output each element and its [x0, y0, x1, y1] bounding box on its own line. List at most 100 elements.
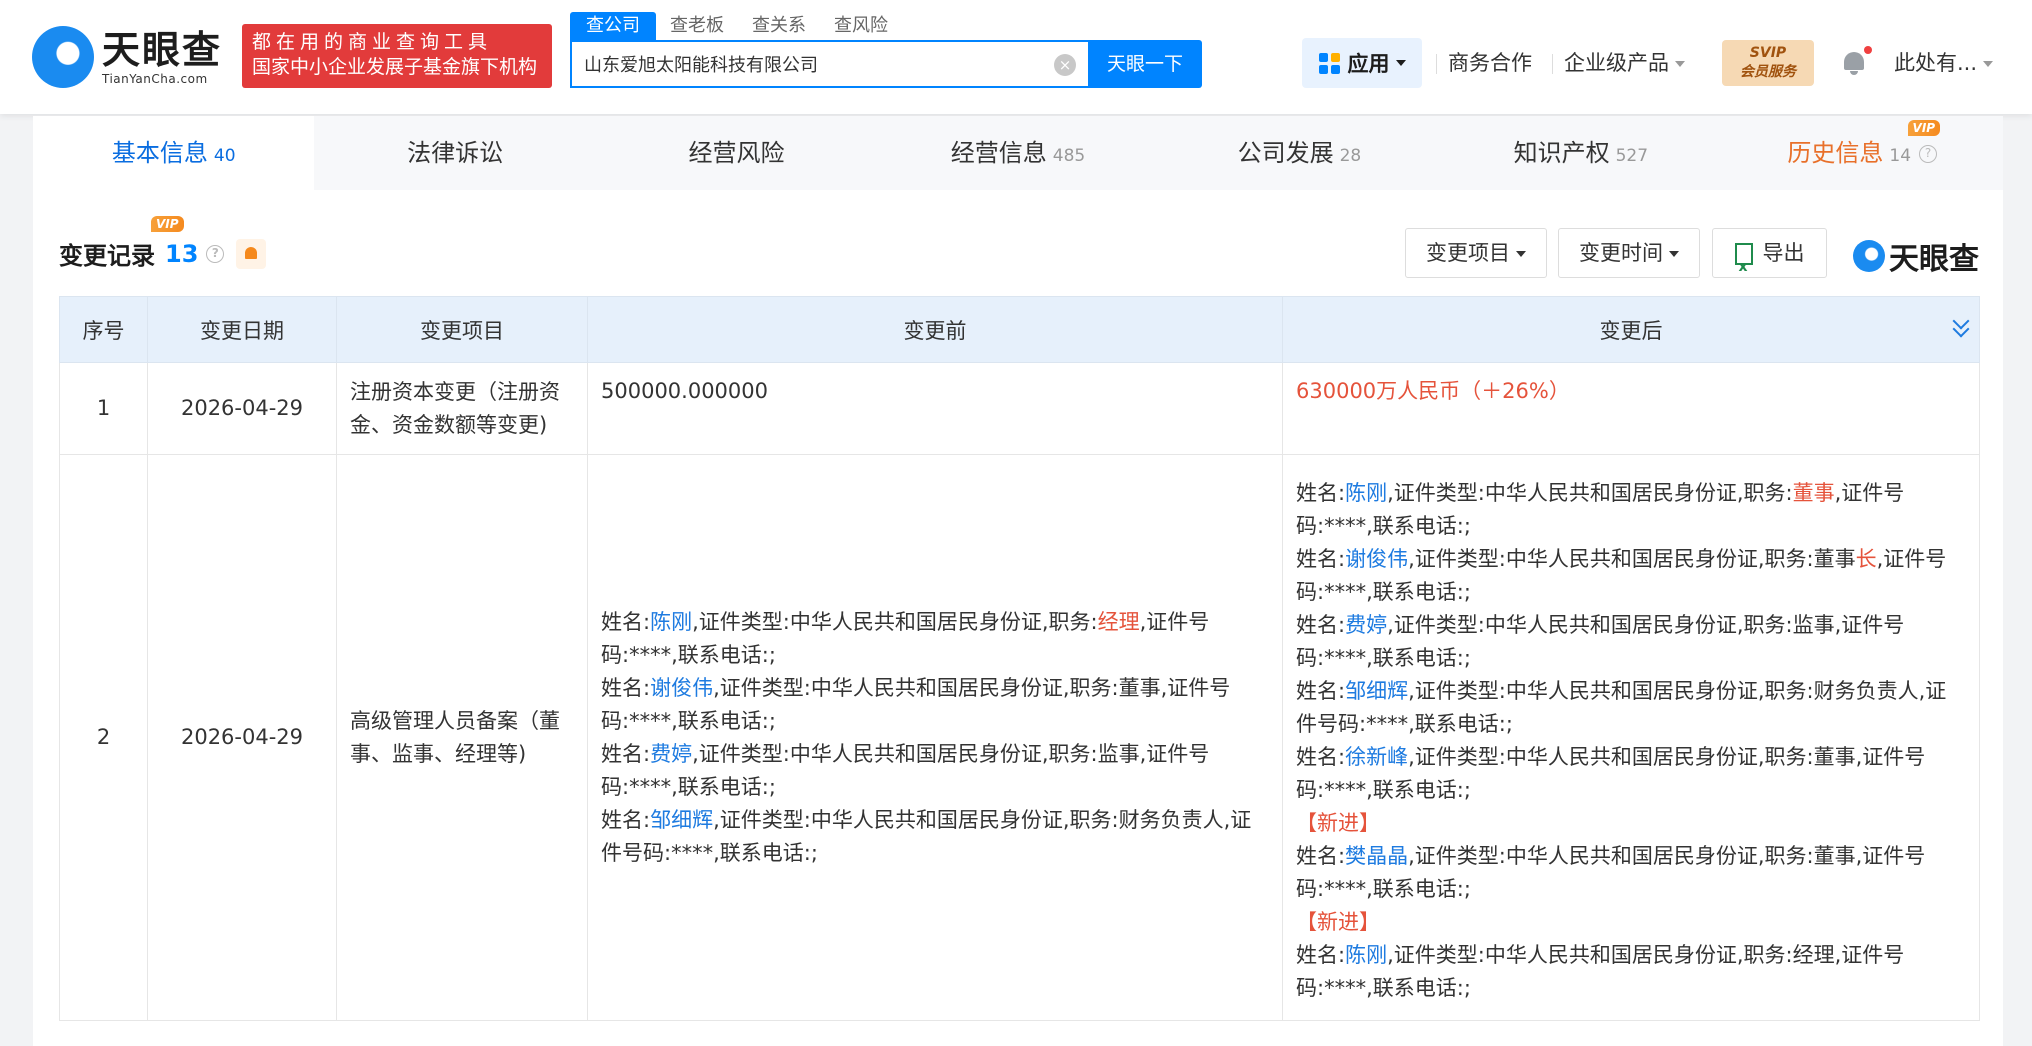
tab-search-relation[interactable]: 查关系 [738, 12, 820, 40]
chevron-down-icon [1669, 251, 1679, 257]
name-label: 姓名: [1296, 480, 1346, 505]
tab-label: 法律诉讼 [407, 139, 504, 167]
help-icon[interactable]: ? [206, 244, 225, 263]
name-label: 姓名: [601, 609, 651, 634]
person-link[interactable]: 陈刚 [1345, 943, 1387, 967]
id-label: ,证件类型:中华人民共和国居民身份证,职务: [1387, 480, 1793, 505]
search-input-value: 山东爱旭太阳能科技有限公司 [584, 55, 818, 76]
person-link[interactable]: 费婷 [650, 742, 692, 766]
tab-count: 485 [1052, 146, 1086, 166]
cell-after: 630000万人民币（＋26%） [1282, 362, 1980, 455]
vip-badge: VIP [151, 216, 184, 232]
svip-member-button[interactable]: SVIP 会员服务 [1722, 40, 1814, 86]
tab-ip[interactable]: 知识产权 527 [1440, 116, 1721, 190]
person-link[interactable]: 徐新峰 [1345, 745, 1408, 769]
tab-operation-info[interactable]: 经营信息 485 [877, 116, 1158, 190]
tab-search-boss[interactable]: 查老板 [656, 12, 738, 40]
cell-item: 高级管理人员备案（董事、监事、经理等) [336, 454, 588, 1021]
role-text-changed: 长 [1855, 546, 1877, 571]
person-entry: 姓名:徐新峰,证件类型:中华人民共和国居民身份证,职务:董事,证件号码:****… [1296, 741, 1966, 807]
chevron-down-icon [1395, 60, 1406, 66]
role-text: 董事 [1813, 843, 1856, 868]
site-logo[interactable]: 天眼查 TianYanCha.com [32, 26, 222, 88]
id-label: ,证件类型:中华人民共和国居民身份证,职务: [692, 609, 1098, 634]
name-label: 姓名: [601, 741, 651, 766]
search-button[interactable]: 天眼一下 [1088, 40, 1202, 88]
person-link[interactable]: 费婷 [1345, 613, 1387, 637]
export-button[interactable]: 导出 [1712, 228, 1827, 291]
tab-count: 28 [1339, 146, 1362, 166]
enterprise-label: 企业级产品 [1564, 51, 1669, 75]
user-name: 此处有... [1894, 51, 1978, 75]
excel-icon [1734, 243, 1753, 291]
svip-label: SVIP [1749, 45, 1787, 61]
cell-date: 2026-04-29 [147, 362, 337, 455]
name-label: 姓名: [1296, 546, 1346, 571]
filter-change-item[interactable]: 变更项目 [1405, 228, 1547, 278]
divider [1436, 54, 1437, 74]
section-count: 13 [165, 239, 199, 268]
tab-development[interactable]: 公司发展 28 [1159, 116, 1440, 190]
id-label: ,证件类型:中华人民共和国居民身份证,职务: [713, 675, 1119, 700]
col-header: 序号 [59, 296, 148, 363]
divider [1552, 54, 1553, 74]
tab-history[interactable]: VIP 历史信息 14? [1722, 116, 2003, 190]
role-text: 董事 [1813, 546, 1856, 571]
person-link[interactable]: 樊晶晶 [1345, 844, 1408, 868]
role-text: 董事 [1118, 675, 1161, 700]
person-link[interactable]: 邹细辉 [1345, 679, 1408, 703]
new-tag: 【新进】 [1296, 909, 1380, 934]
business-cooperation-link[interactable]: 商务合作 [1448, 38, 1532, 88]
expand-chevron-icon[interactable] [1952, 312, 1970, 338]
new-tag: 【新进】 [1296, 810, 1380, 835]
search-type-tabs: 查公司 查老板 查关系 查风险 [570, 12, 902, 40]
tab-search-company[interactable]: 查公司 [570, 12, 656, 40]
tab-label: 历史信息 [1787, 139, 1884, 167]
subscribe-bell-icon[interactable] [236, 238, 267, 269]
cell-item: 注册资本变更（注册资金、资金数额等变更) [336, 362, 588, 455]
name-label: 姓名: [1296, 612, 1346, 637]
eye-logo-icon [32, 26, 94, 88]
slogan-line2: 国家中小企业发展子基金旗下机构 [252, 56, 538, 78]
table-row: 1 2026-04-29 注册资本变更（注册资金、资金数额等变更) 500000… [59, 362, 1980, 455]
tab-label: 公司发展 [1237, 139, 1334, 167]
apps-menu-button[interactable]: 应用 [1302, 38, 1422, 88]
slogan-banner: 都在用的商业查询工具 国家中小企业发展子基金旗下机构 [242, 24, 552, 88]
role-text: 经理 [1792, 942, 1835, 967]
user-menu[interactable]: 此处有... [1894, 38, 1994, 88]
cell-date: 2026-04-29 [147, 454, 337, 1021]
chevron-down-icon [1516, 251, 1526, 257]
person-link[interactable]: 谢俊伟 [650, 676, 713, 700]
tab-legal[interactable]: 法律诉讼 [314, 116, 595, 190]
person-link[interactable]: 陈刚 [650, 610, 692, 634]
watermark-logo: 天眼查 [1853, 234, 1979, 278]
filter-label: 变更项目 [1426, 241, 1510, 265]
person-entry: 姓名:陈刚,证件类型:中华人民共和国居民身份证,职务:经理,证件号码:****,… [601, 606, 1269, 672]
name-label: 姓名: [1296, 942, 1346, 967]
person-link[interactable]: 谢俊伟 [1345, 547, 1408, 571]
person-link[interactable]: 邹细辉 [650, 808, 713, 832]
table-header-row: 序号 变更日期 变更项目 变更前 变更后 [59, 296, 1980, 363]
vip-badge: VIP [1907, 120, 1941, 136]
tab-count: 527 [1615, 146, 1649, 166]
role-text: 董事 [1813, 744, 1856, 769]
search-input[interactable]: 山东爱旭太阳能科技有限公司 × [570, 40, 1090, 88]
logo-en: TianYanCha.com [102, 72, 208, 86]
eye-logo-icon [1853, 240, 1885, 272]
watermark-text: 天眼查 [1889, 242, 1979, 277]
col-header-label: 变更后 [1599, 318, 1663, 343]
help-icon[interactable]: ? [1919, 145, 1938, 163]
clear-icon[interactable]: × [1054, 54, 1076, 76]
notification-bell-icon[interactable] [1842, 46, 1872, 76]
tab-basic-info[interactable]: 基本信息 40 [33, 116, 315, 190]
export-label: 导出 [1762, 241, 1805, 265]
tab-search-risk[interactable]: 查风险 [820, 12, 902, 40]
main-card: 基本信息 40 法律诉讼 经营风险 经营信息 485 公司发展 28 知识产权 527 … [33, 116, 2003, 1046]
tab-count: 40 [213, 146, 236, 166]
person-link[interactable]: 陈刚 [1345, 481, 1387, 505]
tab-operation-risk[interactable]: 经营风险 [596, 116, 877, 190]
filter-change-time[interactable]: 变更时间 [1558, 228, 1700, 278]
enterprise-products-menu[interactable]: 企业级产品 [1564, 38, 1685, 88]
person-entry: 姓名:樊晶晶,证件类型:中华人民共和国居民身份证,职务:董事,证件号码:****… [1296, 840, 1966, 906]
cell-before: 500000.000000 [587, 362, 1283, 455]
